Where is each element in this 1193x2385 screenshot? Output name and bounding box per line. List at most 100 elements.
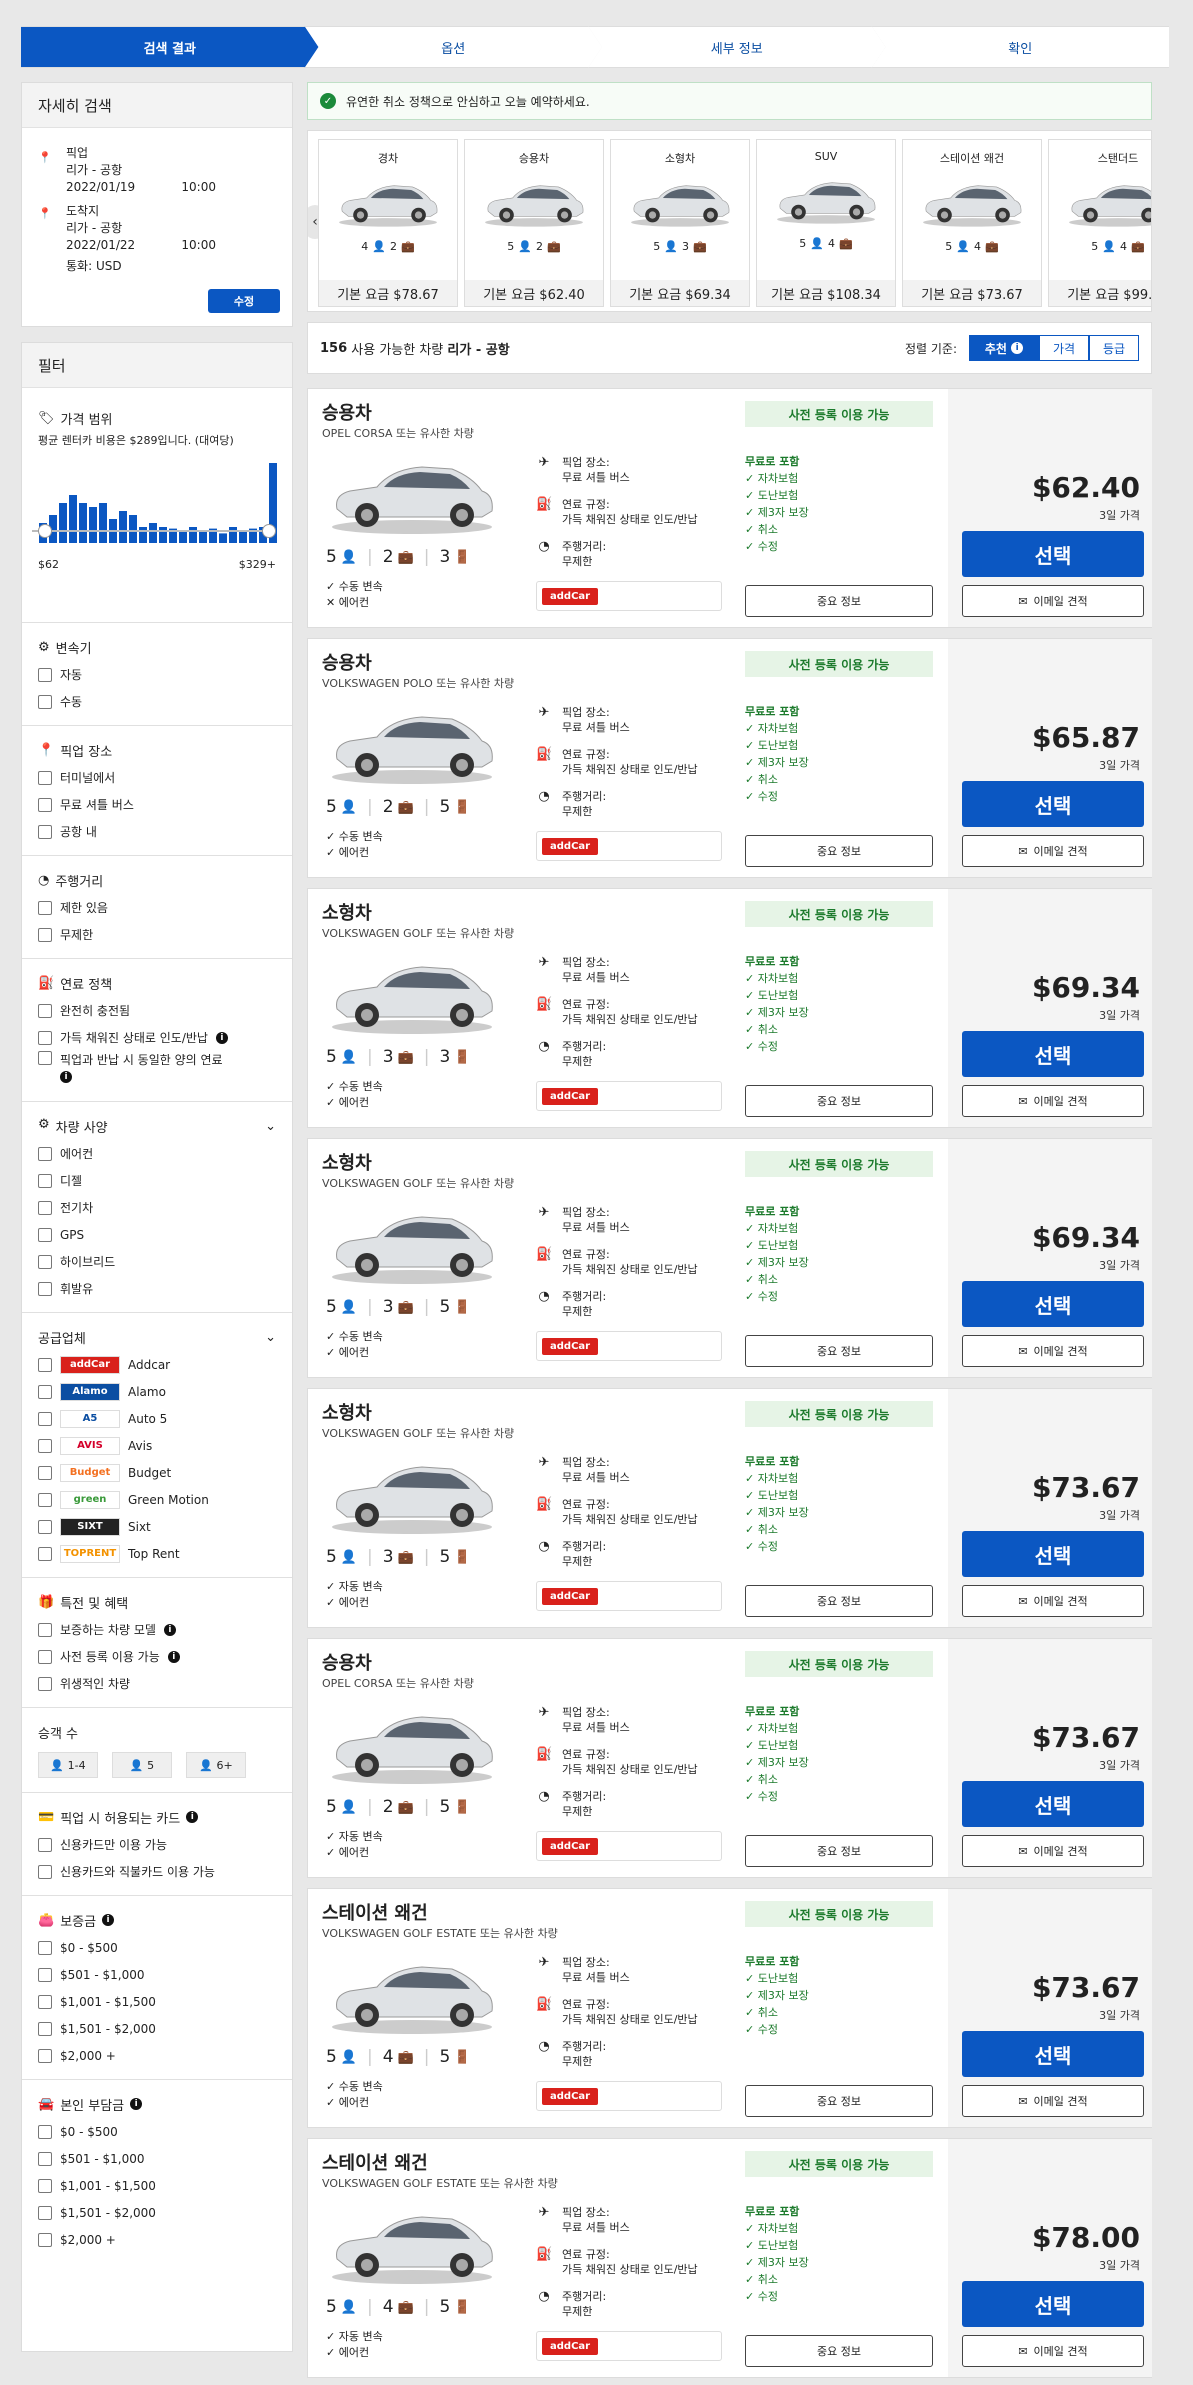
checkbox-terminal[interactable]: 터미널에서 (38, 764, 276, 791)
info-icon[interactable]: i (215, 1031, 228, 1044)
car-type-card[interactable]: SUV 5 👤 4 💼 기본 요금 $108.34 (756, 139, 896, 307)
checkbox-excess-1[interactable]: $0 - $500 (38, 2118, 276, 2145)
supplier-checkbox[interactable]: green Green Motion (38, 1486, 276, 1513)
checkbox-excess-4[interactable]: $1,501 - $2,000 (38, 2199, 276, 2226)
sort-recommended-button[interactable]: 추천 i (969, 335, 1039, 361)
email-quote-button[interactable]: ✉ 이메일 견적 (962, 2335, 1144, 2367)
price-slider-track[interactable] (32, 530, 272, 532)
sort-class-button[interactable]: 등급 (1089, 335, 1139, 361)
info-icon[interactable]: i (102, 1914, 115, 1926)
step-results[interactable]: 검색 결과 (21, 26, 319, 68)
pax-button-5[interactable]: 👤 5 (112, 1752, 172, 1778)
chevron-down-icon[interactable]: ⌄ (265, 1119, 276, 1134)
email-quote-button[interactable]: ✉ 이메일 견적 (962, 1085, 1144, 1117)
supplier-checkbox[interactable]: Alamo Alamo (38, 1378, 276, 1405)
car-type-card[interactable]: 스탠더드 5👤 4 💼 기본 요금 $99.66 (1048, 139, 1151, 307)
step-confirm[interactable]: 확인 (871, 26, 1169, 68)
checkbox-electric[interactable]: 전기차 (38, 1194, 276, 1221)
checkbox-deposit-1[interactable]: $0 - $500 (38, 1934, 276, 1961)
checkbox-guaranteed-model[interactable]: 보증하는 차량 모델 i (38, 1616, 276, 1643)
price-slider-min-handle[interactable] (38, 524, 52, 538)
key-info-button[interactable]: 중요 정보 (745, 1335, 933, 1367)
chevron-down-icon[interactable]: ⌄ (265, 1330, 276, 1345)
card-filter: 💳 픽업 시 허용되는 카드 i 신용카드만 이용 가능 신용카드와 직불카드 이용… (22, 1793, 292, 1896)
checkbox-full-to-full[interactable]: 가득 채워진 상태로 인도/반납 i (38, 1024, 276, 1051)
checkbox-in-airport[interactable]: 공항 내 (38, 818, 276, 845)
checkbox-ac[interactable]: 에어컨 (38, 1140, 276, 1167)
supplier-checkbox[interactable]: TOPRENT Top Rent (38, 1540, 276, 1567)
edit-search-button[interactable]: 수정 (208, 289, 280, 313)
car-type-card[interactable]: 승용차 5 👤 2 💼 기본 요금 $62.40 (464, 139, 604, 307)
info-icon[interactable]: i (163, 1623, 176, 1636)
checkbox-full[interactable]: 완전히 충전됨 (38, 997, 276, 1024)
info-icon[interactable]: i (186, 1811, 199, 1823)
supplier-checkbox[interactable]: Budget Budget (38, 1459, 276, 1486)
select-button[interactable]: 선택 (962, 781, 1144, 827)
key-info-button[interactable]: 중요 정보 (745, 1085, 933, 1117)
car-type-card[interactable]: 소형차 5 👤 3 💼 기본 요금 $69.34 (610, 139, 750, 307)
step-details[interactable]: 세부 정보 (588, 26, 886, 68)
key-info-button[interactable]: 중요 정보 (745, 835, 933, 867)
checkbox-precheckin[interactable]: 사전 등록 이용 가능 i (38, 1643, 276, 1670)
checkbox-limited[interactable]: 제한 있음 (38, 894, 276, 921)
checkbox-deposit-3[interactable]: $1,001 - $1,500 (38, 1988, 276, 2015)
checkbox-sanitized[interactable]: 위생적인 차량 (38, 1670, 276, 1697)
supplier-logo: Alamo (60, 1382, 120, 1401)
email-quote-button[interactable]: ✉ 이메일 견적 (962, 1335, 1144, 1367)
email-quote-button[interactable]: ✉ 이메일 견적 (962, 1585, 1144, 1617)
select-button[interactable]: 선택 (962, 1031, 1144, 1077)
checkbox-same-to-same[interactable]: 픽업과 반납 시 동일한 양의 연료 i (38, 1051, 276, 1091)
supplier-checkbox[interactable]: AVIS Avis (38, 1432, 276, 1459)
supplier-checkbox[interactable]: addCar Addcar (38, 1351, 276, 1378)
checkbox-diesel[interactable]: 디젤 (38, 1167, 276, 1194)
checkbox-credit-debit[interactable]: 신용카드와 직불카드 이용 가능 (38, 1858, 276, 1885)
key-info-button[interactable]: 중요 정보 (745, 2085, 933, 2117)
checkbox-excess-3[interactable]: $1,001 - $1,500 (38, 2172, 276, 2199)
pax-button-6plus[interactable]: 👤 6+ (186, 1752, 246, 1778)
email-quote-button[interactable]: ✉ 이메일 견적 (962, 1835, 1144, 1867)
checkbox-excess-5[interactable]: $2,000 + (38, 2226, 276, 2253)
info-icon[interactable]: i (60, 1071, 72, 1083)
email-quote-button[interactable]: ✉ 이메일 견적 (962, 585, 1144, 617)
pax-button-1-4[interactable]: 👤 1-4 (38, 1752, 98, 1778)
checkbox-unlimited[interactable]: 무제한 (38, 921, 276, 948)
select-button[interactable]: 선택 (962, 2031, 1144, 2077)
sort-price-button[interactable]: 가격 (1039, 335, 1089, 361)
key-info-button[interactable]: 중요 정보 (745, 585, 933, 617)
checkbox-credit-only[interactable]: 신용카드만 이용 가능 (38, 1831, 276, 1858)
car-category: 승용차 (322, 1653, 372, 1674)
key-info-button[interactable]: 중요 정보 (745, 1835, 933, 1867)
checkbox-deposit-5[interactable]: $2,000 + (38, 2042, 276, 2069)
supplier-checkbox[interactable]: A5 Auto 5 (38, 1405, 276, 1432)
select-button[interactable]: 선택 (962, 1781, 1144, 1827)
step-options[interactable]: 옵션 (305, 26, 603, 68)
select-button[interactable]: 선택 (962, 1281, 1144, 1327)
select-button[interactable]: 선택 (962, 2281, 1144, 2327)
car-type-card[interactable]: 스테이션 왜건 5 👤 4 💼 기본 요금 $73.67 (902, 139, 1042, 307)
supplier-logo: AVIS (60, 1436, 120, 1455)
checkbox-excess-2[interactable]: $501 - $1,000 (38, 2145, 276, 2172)
checkbox-hybrid[interactable]: 하이브리드 (38, 1248, 276, 1275)
car-type-card[interactable]: 경차 4 👤 2 💼 기본 요금 $78.67 (318, 139, 458, 307)
key-info-button[interactable]: 중요 정보 (745, 2335, 933, 2367)
key-info-button[interactable]: 중요 정보 (745, 1585, 933, 1617)
checkbox-shuttle[interactable]: 무료 셔틀 버스 (38, 791, 276, 818)
email-quote-button[interactable]: ✉ 이메일 견적 (962, 835, 1144, 867)
price-slider-max-handle[interactable] (262, 524, 276, 538)
fuel-value: 가득 채워진 상태로 인도/반납 (562, 763, 698, 776)
supplier-checkbox[interactable]: SIXT Sixt (38, 1513, 276, 1540)
bag-count: 2 (382, 547, 394, 567)
email-quote-button[interactable]: ✉ 이메일 견적 (962, 2085, 1144, 2117)
checkbox-deposit-4[interactable]: $1,501 - $2,000 (38, 2015, 276, 2042)
checkbox-automatic[interactable]: 자동 (38, 661, 276, 688)
car-type-price: 기본 요금 $78.67 (319, 280, 457, 306)
checkbox-gps[interactable]: GPS (38, 1221, 276, 1248)
select-button[interactable]: 선택 (962, 1531, 1144, 1577)
checkbox-manual[interactable]: 수동 (38, 688, 276, 715)
info-icon[interactable]: i (130, 2098, 143, 2110)
price: $73.67 (1031, 1471, 1140, 1504)
checkbox-petrol[interactable]: 휘발유 (38, 1275, 276, 1302)
select-button[interactable]: 선택 (962, 531, 1144, 577)
info-icon[interactable]: i (167, 1650, 180, 1663)
checkbox-deposit-2[interactable]: $501 - $1,000 (38, 1961, 276, 1988)
